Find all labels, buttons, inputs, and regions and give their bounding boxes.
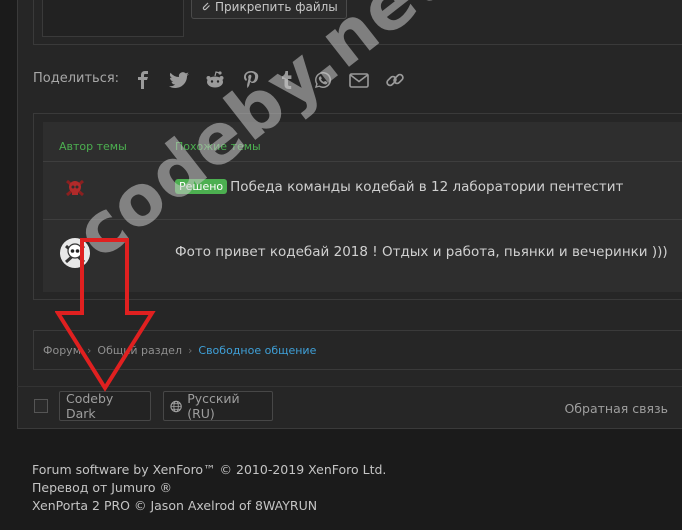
link-icon[interactable]	[382, 68, 408, 92]
thread-title: Фото привет кодебай 2018 ! Отдых и работ…	[175, 244, 668, 260]
style-chooser-label: Codeby Dark	[66, 391, 114, 421]
skull-icon	[66, 179, 84, 197]
similar-thread-1[interactable]: Решено Победа команды кодебай в 12 лабора…	[175, 179, 623, 195]
solved-badge: Решено	[175, 179, 228, 194]
facebook-icon[interactable]	[130, 68, 156, 92]
language-chooser-label: Русский (RU)	[187, 391, 240, 421]
style-chooser-button[interactable]: Codeby Dark	[59, 391, 151, 421]
editor-textarea[interactable]	[42, 0, 184, 37]
attach-files-button[interactable]: Прикрепить файлы	[191, 0, 347, 19]
copyright-translation[interactable]: Перевод от Jumuro ®	[32, 480, 172, 495]
row-divider	[43, 161, 682, 162]
twitter-icon[interactable]	[166, 68, 192, 92]
language-chooser-button[interactable]: Русский (RU)	[163, 391, 273, 421]
pinterest-icon[interactable]	[238, 68, 264, 92]
reddit-icon[interactable]	[202, 68, 228, 92]
thread-starter-avatar[interactable]	[64, 177, 86, 199]
red-arrow-annotation	[55, 238, 156, 392]
paperclip-icon	[202, 2, 210, 11]
email-icon[interactable]	[346, 68, 372, 92]
attach-files-label: Прикрепить файлы	[215, 0, 338, 14]
thread-title: Победа команды кодебай в 12 лаборатории …	[230, 179, 624, 195]
share-icons	[130, 68, 408, 92]
tumblr-icon[interactable]	[274, 68, 300, 92]
whatsapp-icon[interactable]	[310, 68, 336, 92]
copyright-xenforo[interactable]: Forum software by XenForo™ © 2010-2019 X…	[32, 462, 386, 477]
row-divider	[43, 219, 682, 220]
select-checkbox[interactable]	[34, 399, 48, 413]
feedback-link[interactable]: Обратная связь	[564, 401, 668, 416]
chevron-right-icon: ›	[187, 344, 193, 357]
copyright-xenporta[interactable]: XenPorta 2 PRO © Jason Axelrod of 8WAYRU…	[32, 498, 317, 513]
share-label: Поделиться:	[33, 71, 120, 86]
similar-thread-2[interactable]: Фото привет кодебай 2018 ! Отдых и работ…	[175, 244, 668, 260]
globe-icon	[170, 400, 182, 412]
breadcrumb-item-free-talk[interactable]: Свободное общение	[198, 344, 316, 357]
column-author: Автор темы	[59, 140, 127, 153]
column-similar: Похожие темы	[175, 140, 261, 153]
